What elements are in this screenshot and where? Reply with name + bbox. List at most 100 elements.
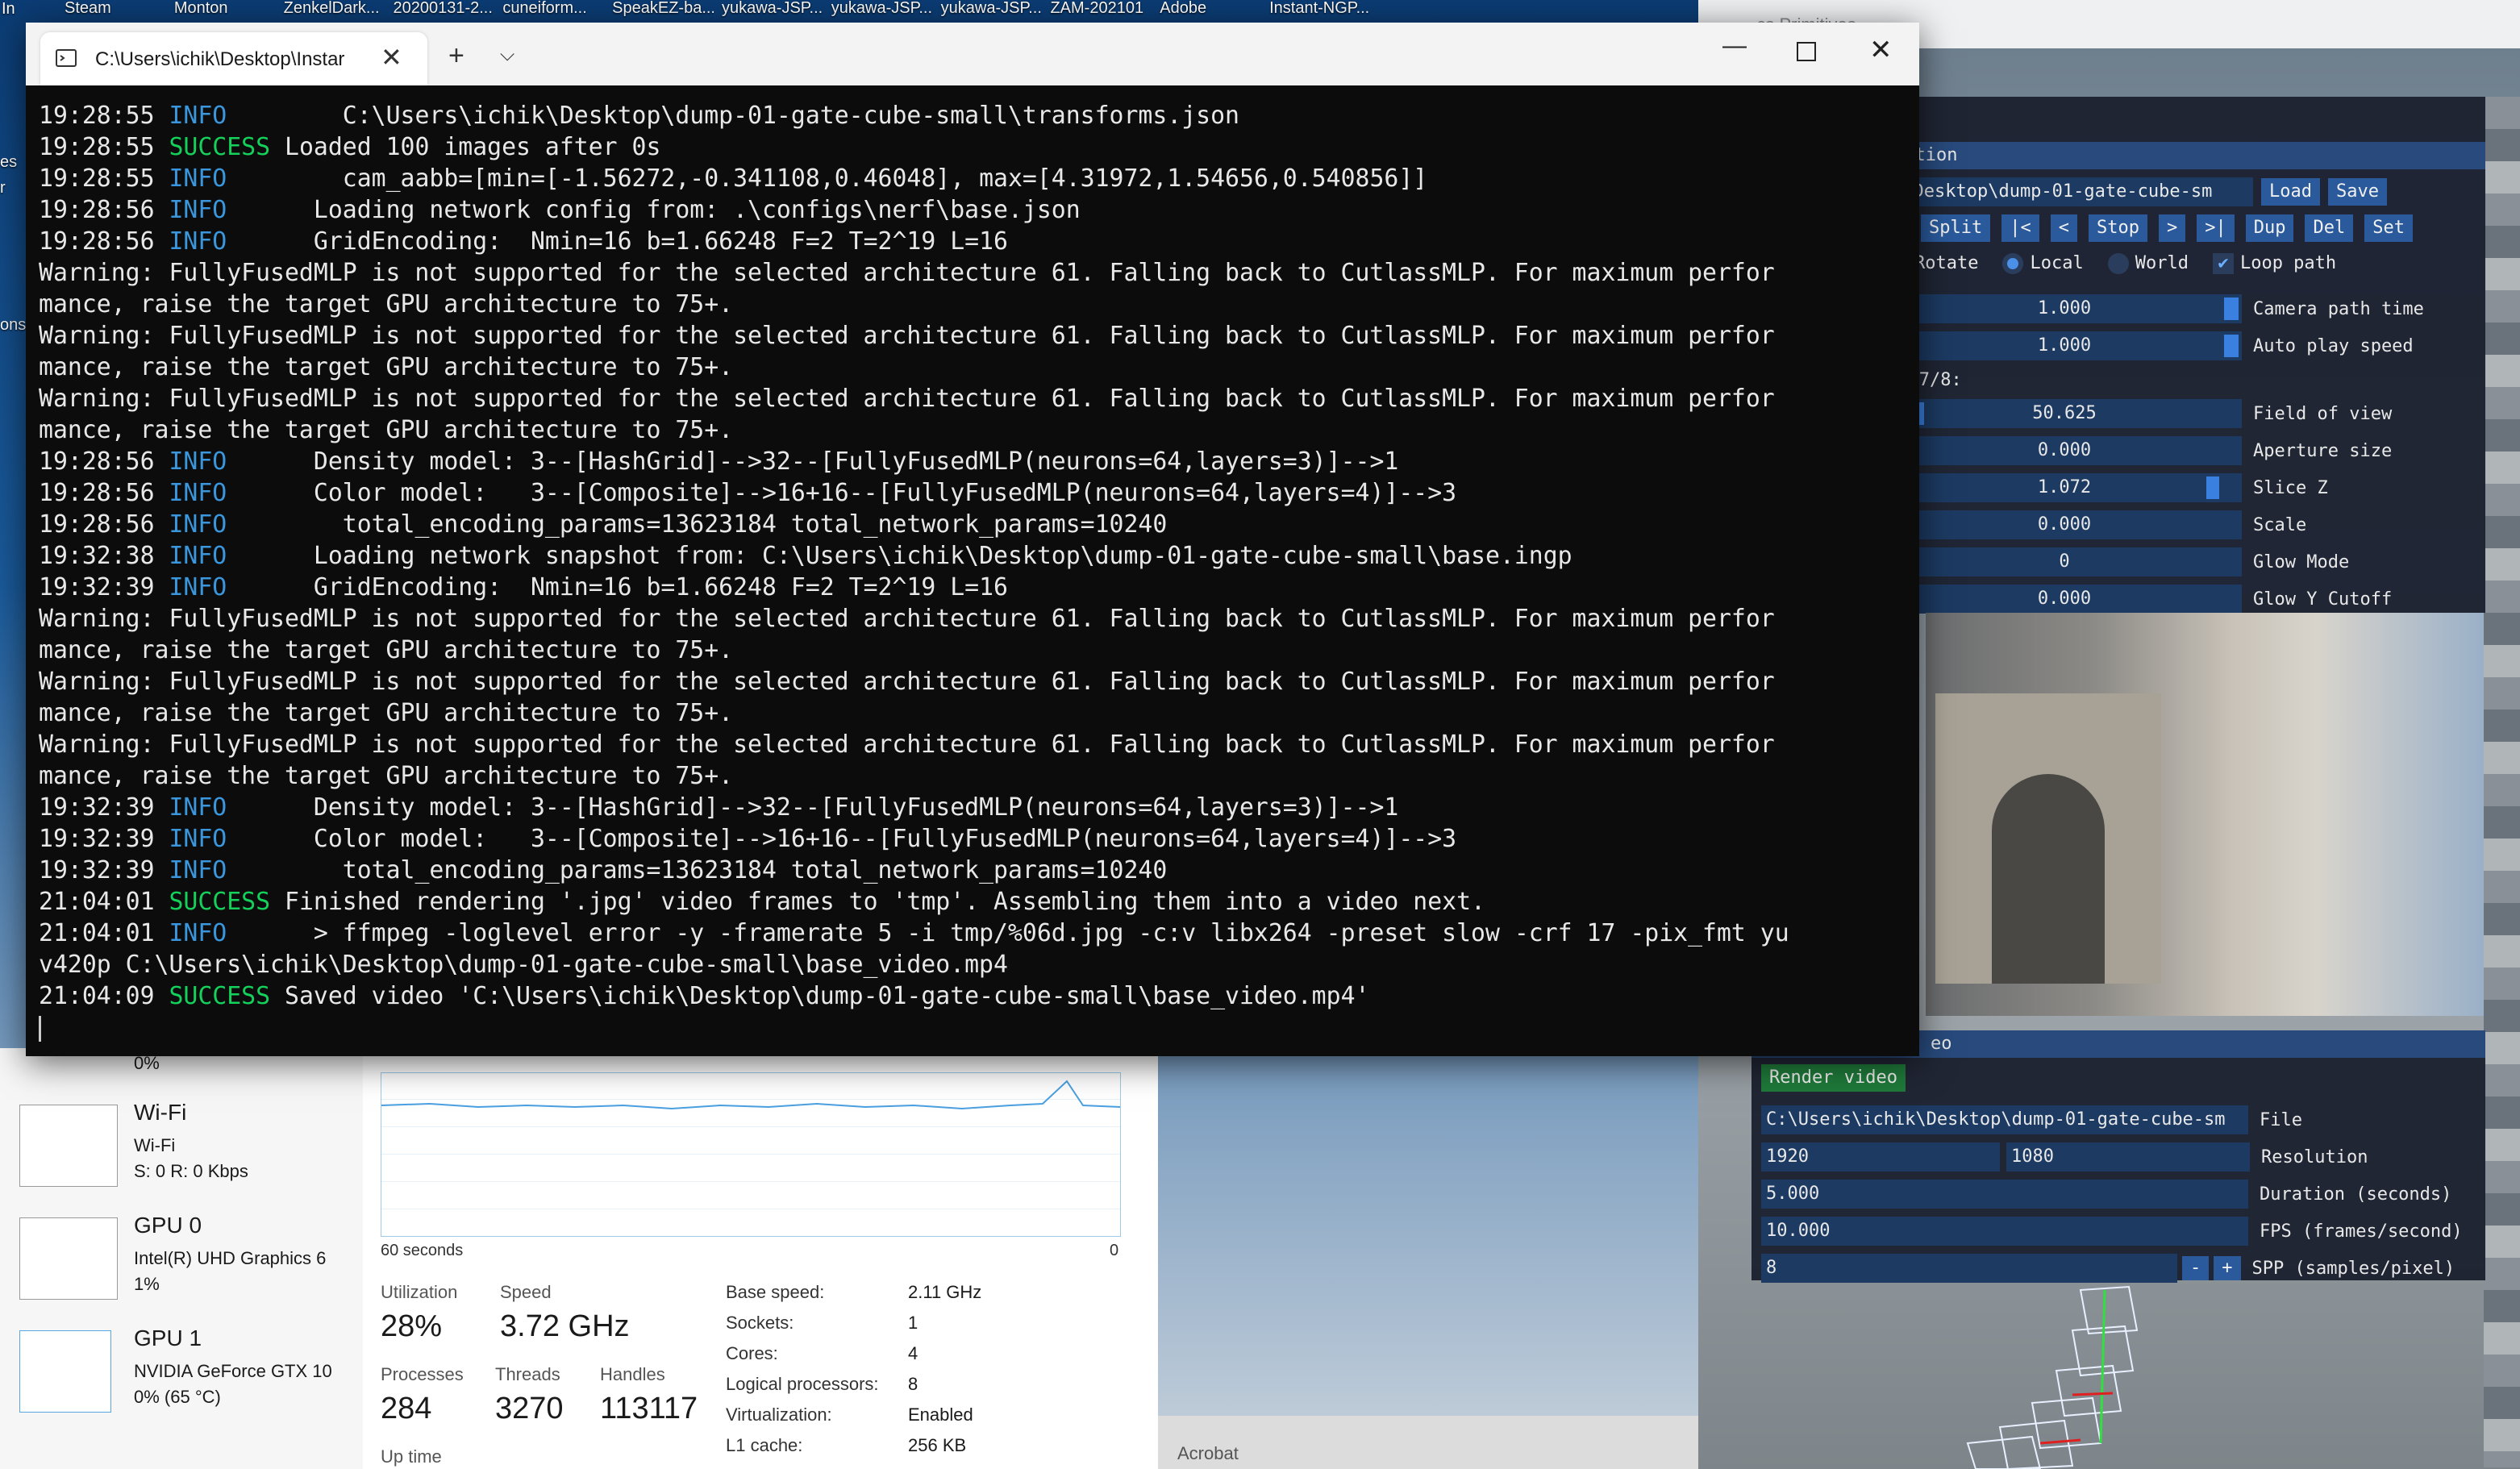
desktop-icon-label[interactable]: SpeakEZ-ba... (604, 0, 714, 18)
radio-local[interactable]: Local (2002, 253, 2084, 274)
terminal-line: 19:28:55 INFO C:\Users\ichik\Desktop\dum… (39, 100, 1910, 131)
resolution-width-input[interactable]: 1920 (1761, 1142, 2000, 1171)
uptime-label: Up time (381, 1446, 442, 1467)
log-message: Warning: FullyFusedMLP is not supported … (39, 605, 1775, 633)
terminal-line: 19:28:56 INFO total_encoding_params=1362… (39, 509, 1910, 540)
radio-world[interactable]: World (2107, 253, 2189, 274)
maximize-icon[interactable] (1797, 42, 1816, 61)
new-tab-icon[interactable]: + (448, 40, 464, 72)
terminal-output[interactable]: 19:28:55 INFO C:\Users\ichik\Desktop\dum… (39, 100, 1910, 1043)
minimize-icon[interactable]: — (1722, 32, 1747, 60)
loop-path-checkbox[interactable]: ✔ Loop path (2212, 253, 2336, 274)
camera-path-time-slider[interactable]: 1.000 (1887, 294, 2242, 323)
desktop-icon-row: Steam Monton ZenkelDark... 20200131-2... cun… (0, 0, 1371, 18)
log-level: INFO (169, 227, 227, 256)
camera-param-slider[interactable]: 1.072 (1887, 473, 2242, 502)
camera-path-button[interactable]: > (2158, 214, 2186, 242)
log-message: Saved video 'C:\Users\ichik\Desktop\dump… (285, 982, 1370, 1010)
log-message: mance, raise the target GPU architecture… (39, 353, 734, 381)
spec-key: Sockets: (726, 1313, 794, 1333)
log-level: INFO (169, 447, 227, 476)
slider-grab[interactable] (2224, 335, 2239, 357)
camera-path-button[interactable]: >| (2197, 214, 2235, 242)
terminal-line: 19:32:39 INFO total_encoding_params=1362… (39, 855, 1910, 886)
acrobat-window (1158, 1416, 1698, 1469)
cpu-specs-list: Base speed: 2.11 GHz Sockets: 1 Cores: 4 Logic… (726, 1282, 1129, 1466)
auto-play-speed-slider[interactable]: 1.000 (1887, 331, 2242, 360)
desktop-fragment: In (2, 0, 15, 18)
desktop-icon-label[interactable]: yukawa-JSP... (933, 0, 1043, 18)
stat-value: 3.72 GHz (500, 1309, 630, 1343)
terminal-prompt-line[interactable] (39, 1012, 1910, 1043)
slider-grab[interactable] (2206, 476, 2219, 499)
log-time: 19:28:56 (39, 479, 155, 507)
sidebar-item-gpu0[interactable]: GPU 0 Intel(R) UHD Graphics 6 1% (0, 1209, 363, 1314)
camera-param-slider[interactable]: 0 (1887, 547, 2242, 576)
camera-path-button[interactable]: Dup (2245, 214, 2294, 242)
sidebar-item-sub: Intel(R) UHD Graphics 6 (134, 1248, 327, 1268)
stat-label: Threads (495, 1364, 560, 1384)
tab-close-icon[interactable]: ✕ (381, 42, 402, 73)
spp-increment-button[interactable]: + (2214, 1256, 2241, 1280)
desktop-icon-label[interactable]: Monton (166, 0, 276, 18)
camera-param-label: Slice Z (2253, 477, 2328, 498)
sidebar-item-wifi[interactable]: Wi-Fi Wi-Fi S: 0 R: 0 Kbps (0, 1097, 363, 1201)
camera-path-panel: lation :\Desktop\dump-01-gate-cube-sm Lo… (1887, 97, 2485, 614)
desktop-icon-label[interactable]: cuneiform... (494, 0, 604, 18)
chevron-down-icon[interactable]: ⌵ (500, 44, 514, 66)
camera-path-button[interactable]: |< (2001, 214, 2039, 242)
fps-input[interactable]: 10.000 (1761, 1217, 2248, 1246)
pixelated-background (2484, 97, 2520, 1467)
duration-input[interactable]: 5.000 (1761, 1180, 2248, 1209)
log-message: C:\Users\ichik\Desktop\dump-01-gate-cube… (285, 102, 1239, 130)
desktop-icon-label[interactable]: 20200131-2... (385, 0, 494, 18)
camera-path-button[interactable]: Set (2364, 214, 2413, 242)
desktop-icon-label[interactable]: yukawa-JSP... (823, 0, 933, 18)
camera-param-label: Glow Y Cutoff (2253, 589, 2393, 610)
slider-grab[interactable] (2224, 298, 2239, 320)
desktop-icon-label[interactable]: ZAM-202101 (1042, 0, 1152, 18)
load-button[interactable]: Load (2261, 178, 2320, 206)
log-level: SUCCESS (169, 133, 271, 161)
camera-path-button[interactable]: < (2050, 214, 2077, 242)
stat-value: 3270 (495, 1392, 564, 1425)
spec-value: 4 (908, 1343, 918, 1363)
resolution-height-input[interactable]: 1080 (2006, 1142, 2250, 1171)
camera-path-buttons: Split |< < Stop > >| Dup Del Set (1921, 214, 2413, 242)
duration-label: Duration (seconds) (2260, 1184, 2452, 1205)
close-icon[interactable]: ✕ (1869, 34, 1893, 66)
camera-path-button[interactable]: Stop (2088, 214, 2147, 242)
log-message: GridEncoding: Nmin=16 b=1.66248 F=2 T=2^… (285, 573, 1008, 601)
spec-key: Virtualization: (726, 1404, 832, 1425)
spec-value: 256 KB (908, 1435, 967, 1455)
desktop-icon-label[interactable]: ZenkelDark... (276, 0, 385, 18)
terminal-line: 21:04:01 SUCCESS Finished rendering '.jp… (39, 886, 1910, 918)
camera-param-slider[interactable]: 0.000 (1887, 510, 2242, 539)
sidebar-item-gpu1[interactable]: GPU 1 NVIDIA GeForce GTX 10 0% (65 °C) (0, 1322, 363, 1427)
terminal-line: 19:32:39 INFO GridEncoding: Nmin=16 b=1.… (39, 572, 1910, 603)
acrobat-label: Acrobat (1177, 1443, 1239, 1463)
camera-param-slider[interactable]: 50.625 (1887, 399, 2242, 428)
save-button[interactable]: Save (2327, 178, 2387, 206)
spp-input[interactable]: 8 (1761, 1254, 2177, 1283)
terminal-line: 19:28:56 INFO Loading network config fro… (39, 194, 1910, 226)
log-level: INFO (169, 793, 227, 822)
camera-path-button[interactable]: Del (2305, 214, 2354, 242)
camera-path-button[interactable]: Split (1921, 214, 1991, 242)
render-video-button[interactable]: Render video (1761, 1064, 1906, 1092)
log-level: INFO (169, 825, 227, 853)
camera-param-slider[interactable]: 0.000 (1887, 436, 2242, 465)
camera-param-slider[interactable]: 0.000 (1887, 585, 2242, 614)
camera-path-file-input[interactable]: :\Desktop\dump-01-gate-cube-sm (1887, 177, 2253, 206)
log-time: 19:32:39 (39, 573, 155, 601)
desktop-icon-label[interactable]: yukawa-JSP... (714, 0, 823, 18)
desktop-icon-label[interactable]: Adobe (1152, 0, 1261, 18)
video-file-input[interactable]: C:\Users\ichik\Desktop\dump-01-gate-cube… (1761, 1105, 2248, 1134)
desktop-icon-label[interactable]: Steam (0, 0, 166, 18)
terminal-line: mance, raise the target GPU architecture… (39, 760, 1910, 792)
desktop-icon-label[interactable]: Instant-NGP... (1261, 0, 1371, 18)
camera-path-header[interactable]: lation (1887, 142, 2485, 169)
sidebar-item-sub: S: 0 R: 0 Kbps (134, 1161, 248, 1181)
log-message: > ffmpeg -loglevel error -y -framerate 5… (285, 919, 1789, 947)
spp-decrement-button[interactable]: - (2182, 1256, 2210, 1280)
